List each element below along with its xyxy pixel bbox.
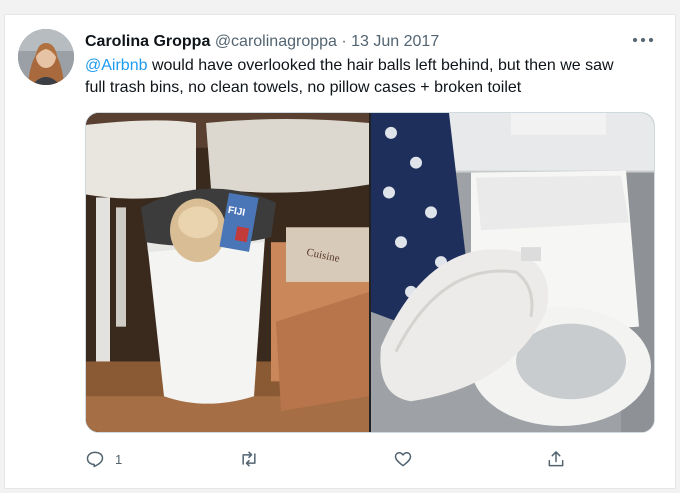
media-grid: Cuisine FIJI: [85, 112, 655, 433]
tweet-date[interactable]: 13 Jun 2017: [351, 33, 439, 50]
reply-button[interactable]: 1: [85, 447, 122, 471]
photo-trash-bin[interactable]: Cuisine FIJI: [86, 113, 369, 432]
share-icon: [548, 451, 564, 467]
tweet-header: Carolina Groppa @carolinagroppa · 13 Jun…: [85, 32, 439, 52]
more-options-icon[interactable]: [631, 30, 655, 50]
like-button[interactable]: [393, 447, 413, 471]
retweet-button[interactable]: [239, 447, 259, 471]
reply-count: 1: [115, 451, 123, 467]
like-icon: [394, 452, 412, 467]
retweet-icon: [242, 451, 256, 467]
photo-broken-toilet[interactable]: [371, 113, 654, 432]
author-name[interactable]: Carolina Groppa: [85, 33, 210, 50]
share-button[interactable]: [546, 447, 566, 471]
tweet-card[interactable]: Carolina Groppa @carolinagroppa · 13 Jun…: [4, 14, 676, 489]
tweet-text-line1: would have overlooked the hair balls lef…: [147, 57, 614, 74]
mention-link[interactable]: @Airbnb: [85, 57, 148, 74]
action-bar: 1: [85, 447, 645, 471]
avatar[interactable]: [18, 29, 74, 85]
reply-icon: [86, 451, 104, 468]
tweet-text: @Airbnb would have overlooked the hair b…: [85, 55, 660, 99]
trash-bin-photo-image: Cuisine FIJI: [86, 113, 369, 432]
author-handle[interactable]: @carolinagroppa: [215, 33, 337, 50]
toilet-photo-image: [371, 113, 654, 432]
separator-dot: ·: [341, 33, 347, 50]
tweet-text-line2: full trash bins, no clean towels, no pil…: [85, 79, 522, 96]
avatar-image: [18, 29, 74, 85]
